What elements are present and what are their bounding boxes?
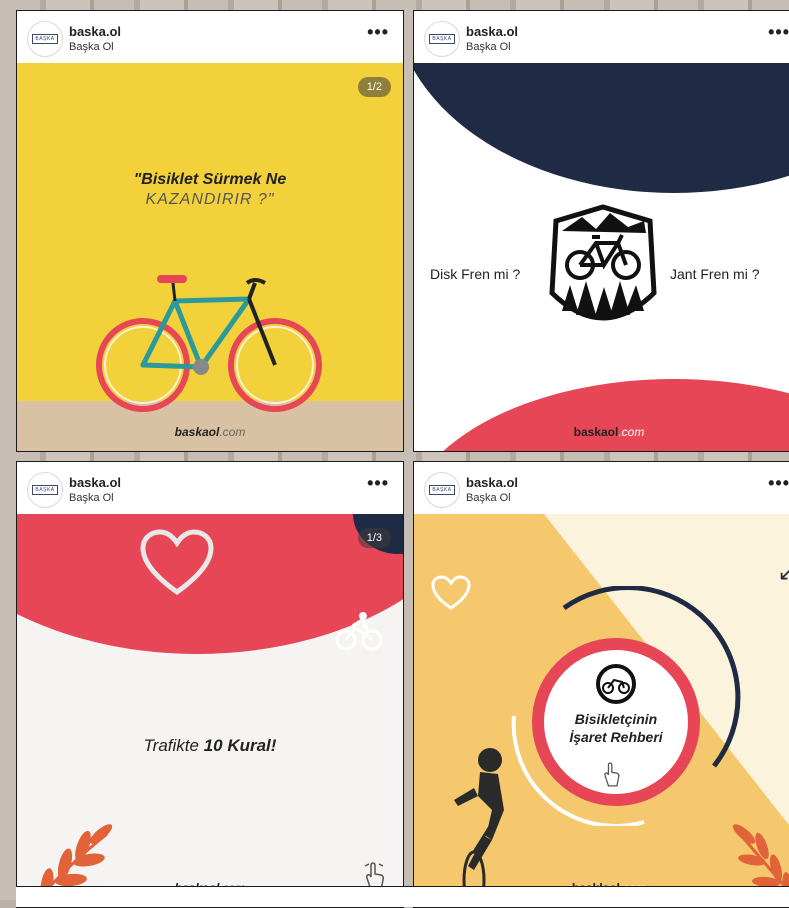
avatar[interactable]: BAŞKA xyxy=(424,472,460,508)
post-header: BAŞKA baska.ol Başka Ol ••• xyxy=(17,462,403,514)
avatar[interactable]: BAŞKA xyxy=(424,21,460,57)
red-arc xyxy=(414,379,789,451)
post-image[interactable]: 1/2 "Bisiklet Sürmek Ne KAZANDIRIR ?" ba… xyxy=(17,63,403,451)
profile-subtitle: Başka Ol xyxy=(69,41,114,53)
post-card-traffic-rules[interactable]: BAŞKA baska.ol Başka Ol ••• 1/3 Trafikte… xyxy=(16,461,404,908)
post-header: BAŞKA baska.ol Başka Ol ••• xyxy=(414,462,789,514)
post-image[interactable]: Disk Fren mi ? Jant Fren mi ? baskaol.co… xyxy=(414,63,789,451)
post-image[interactable]: ↙ Bisikletçinin İşaret Rehberi xyxy=(414,514,789,907)
post-card-cyclist-signs[interactable]: BAŞKA baska.ol Başka Ol ••• ↙ Bisikletçi… xyxy=(413,461,789,908)
username[interactable]: baska.ol xyxy=(466,24,518,39)
post-headline: Trafikte 10 Kural! xyxy=(143,736,277,755)
username[interactable]: baska.ol xyxy=(69,24,121,39)
post-card-brake-comparison[interactable]: BAŞKA baska.ol Başka Ol ••• Disk Fren mi… xyxy=(413,10,789,452)
post-card-bike-benefits[interactable]: BAŞKA baska.ol Başka Ol ••• 1/2 "Bisikle… xyxy=(16,10,404,452)
navy-arc xyxy=(414,63,789,193)
post-header: BAŞKA baska.ol Başka Ol ••• xyxy=(17,11,403,63)
post-title: "Bisiklet Sürmek Ne KAZANDIRIR ?" xyxy=(133,171,287,208)
post-header: BAŞKA baska.ol Başka Ol ••• xyxy=(414,11,789,63)
guide-title: Bisikletçinin İşaret Rehberi xyxy=(569,711,663,745)
sign-guide-rings xyxy=(511,586,741,826)
mountain-bike-badge-icon xyxy=(549,204,657,321)
disc-brake-label: Disk Fren mi ? xyxy=(430,266,521,282)
profile-subtitle: Başka Ol xyxy=(69,492,114,504)
slide-counter: 1/3 xyxy=(357,528,391,548)
profile-subtitle: Başka Ol xyxy=(466,492,511,504)
slide-counter: 1/2 xyxy=(357,77,391,97)
post-image[interactable]: 1/3 Trafikte 10 Kural! xyxy=(17,514,403,907)
back-arrow-icon[interactable]: ↙ xyxy=(778,560,789,586)
avatar[interactable]: BAŞKA xyxy=(27,21,63,57)
cyclist-icon xyxy=(335,612,383,651)
more-options-icon[interactable]: ••• xyxy=(367,23,389,41)
brand-url: baskaol.com xyxy=(573,425,645,439)
more-options-icon[interactable]: ••• xyxy=(768,23,789,41)
brand-url: baskaol.com xyxy=(174,425,246,439)
username[interactable]: baska.ol xyxy=(69,475,121,490)
more-options-icon[interactable]: ••• xyxy=(367,474,389,492)
heart-icon xyxy=(140,529,214,596)
bicycle-icon xyxy=(96,275,322,412)
more-options-icon[interactable]: ••• xyxy=(768,474,789,492)
bottom-post-edge xyxy=(16,886,789,907)
username[interactable]: baska.ol xyxy=(466,475,518,490)
avatar[interactable]: BAŞKA xyxy=(27,472,63,508)
heart-outline-icon xyxy=(431,575,471,610)
swipe-hand-icon xyxy=(604,762,620,787)
rim-brake-label: Jant Fren mi ? xyxy=(670,266,760,282)
profile-subtitle: Başka Ol xyxy=(466,41,511,53)
